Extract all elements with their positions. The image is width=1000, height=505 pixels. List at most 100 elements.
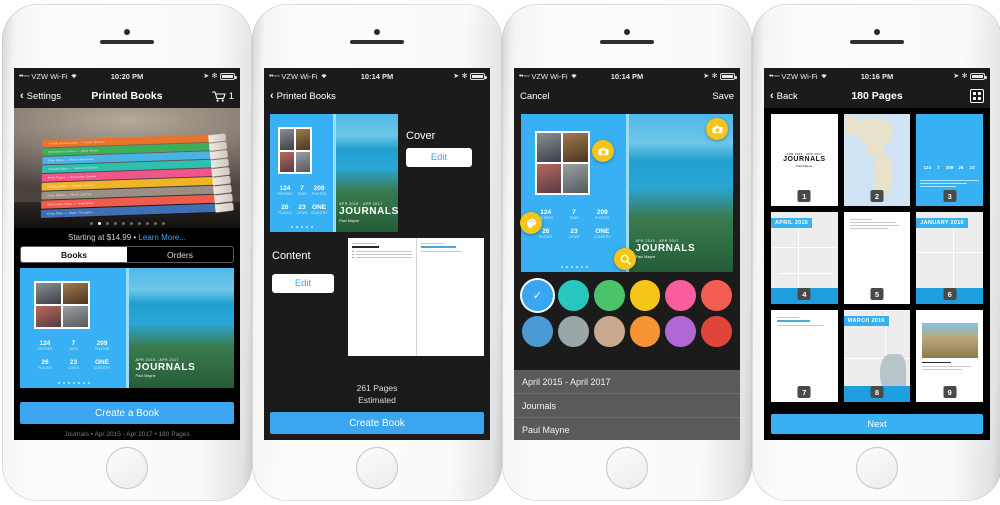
book-preview-card[interactable]: 124 ENTRIES 7 TAGS 209 PHOTOS 26 PLACES 23 CI…: [20, 268, 234, 388]
text-page: [771, 310, 838, 335]
cover-stats: 124 ENTRIES 7 TAGS 209 PHOTOS 26 PLACES 23 CITIE…: [277, 184, 328, 215]
photo-grid: [33, 281, 90, 330]
home-button[interactable]: [856, 447, 898, 489]
color-swatch[interactable]: [665, 315, 697, 347]
page-thumbnail[interactable]: APR 2015 - APR 2017 JOURNALS Paul Mayne …: [771, 114, 838, 206]
color-swatch[interactable]: [593, 315, 625, 347]
text-line: [849, 219, 872, 220]
page-thumbnail[interactable]: JANUARY 2016 6: [916, 212, 983, 304]
cover-thumbnail[interactable]: 124 ENTRIES 7 TAGS 209 PHOTOS 26 PLACES 23 CITIE…: [270, 114, 398, 232]
color-swatch[interactable]: [557, 280, 589, 311]
earpiece-speaker: [100, 40, 154, 44]
text-line: [849, 225, 899, 226]
cover-back-panel: 124 ENTRIES 7 TAGS 209 PHOTOS 26 PLACES 23 CI…: [20, 268, 127, 388]
price-text: Starting at $14.99 •: [68, 233, 137, 242]
color-badge[interactable]: [520, 212, 542, 234]
back-button-4[interactable]: ‹ Back: [770, 90, 798, 102]
edit-content-button[interactable]: Edit: [272, 274, 334, 293]
text-line: [921, 366, 971, 368]
cover-dot-row: [521, 266, 627, 268]
cover-back-panel: 124 ENTRIES 7 TAGS 209 PHOTOS 26 PLACES 23 CITIE…: [270, 114, 334, 232]
page-thumbnail[interactable]: 124 7 209 26 23 3: [916, 114, 983, 206]
stat-value: 7: [71, 340, 76, 347]
tab-books[interactable]: Books: [21, 247, 127, 262]
tab-orders[interactable]: Orders: [127, 247, 233, 262]
home-button[interactable]: [106, 447, 148, 489]
date-range-field[interactable]: April 2015 - April 2017: [514, 370, 740, 394]
cart-button[interactable]: 1: [211, 90, 234, 102]
earpiece-speaker: [600, 40, 654, 44]
page-thumbnail[interactable]: MARCH 2016 8: [843, 310, 911, 402]
pricing-line: Starting at $14.99 • Learn More...: [14, 228, 240, 246]
color-swatch[interactable]: [629, 315, 661, 347]
cover-author: Paul Mayne: [339, 218, 360, 223]
edit-cover-button[interactable]: Edit: [406, 148, 472, 167]
photo-grid[interactable]: [534, 131, 590, 195]
cover-dot-row: [270, 226, 334, 228]
page-thumbnail[interactable]: 7: [771, 310, 838, 402]
color-swatch[interactable]: [701, 280, 732, 311]
pages-count: 261 Pages: [356, 383, 398, 394]
stat-value: 209: [96, 340, 108, 347]
content-page-right: [415, 238, 485, 356]
wifi-icon: [70, 72, 78, 81]
color-swatch[interactable]: [522, 315, 553, 347]
bullet-line: [352, 250, 412, 253]
color-swatch[interactable]: [629, 280, 661, 311]
camera-badge-cover-photo[interactable]: [706, 118, 728, 140]
page-number: 7: [797, 386, 811, 398]
search-icon: [620, 254, 631, 265]
hero-carousel[interactable]: A Year of Adventure — Travel Journal Mom…: [14, 108, 240, 228]
next-button[interactable]: Next: [771, 414, 983, 434]
cover-spine: [125, 268, 129, 388]
create-a-book-button[interactable]: Create a Book: [20, 402, 234, 424]
phone-mockup-2: ••◦◦◦ VZW Wi-Fi 10:14 PM ➤ ✻ ‹ Printed B…: [252, 4, 502, 501]
cart-icon: [211, 90, 226, 102]
page-thumbnail[interactable]: APRIL 2015 4: [771, 212, 838, 304]
cover-front-panel: APR 2015 - APR 2017 JOURNALS Paul Mayne: [127, 268, 234, 388]
text-line: [352, 243, 376, 244]
page-thumbnail[interactable]: 5: [843, 212, 911, 304]
chevron-left-icon: ‹: [20, 89, 24, 102]
cover-spine: [332, 114, 336, 232]
photo-grid: [278, 126, 312, 175]
back-button-1[interactable]: ‹ Settings: [20, 89, 61, 102]
nav-bar-1: ‹ Settings Printed Books 1: [14, 84, 240, 108]
title-field[interactable]: Journals: [514, 394, 740, 418]
cover-author: Paul Mayne: [635, 255, 656, 260]
color-swatch-selected[interactable]: ✓: [522, 280, 553, 311]
page-number: 3: [943, 190, 957, 202]
battery-icon: [220, 72, 237, 80]
color-swatch[interactable]: [557, 315, 589, 347]
save-button[interactable]: Save: [712, 91, 734, 102]
book-meta-line: Journals • Apr 2015 - Apr 2017 • 180 Pag…: [64, 431, 190, 438]
back-button-2[interactable]: ‹ Printed Books: [270, 90, 336, 102]
cancel-button[interactable]: Cancel: [520, 91, 550, 102]
create-book-button[interactable]: Create Book: [270, 412, 484, 434]
color-swatch[interactable]: [593, 280, 625, 311]
page-thumbnail[interactable]: 2: [843, 114, 911, 206]
bullet-line: [352, 253, 412, 256]
author-field[interactable]: Paul Mayne: [514, 418, 740, 440]
learn-more-link[interactable]: Learn More...: [138, 233, 186, 242]
grid-view-button[interactable]: [970, 89, 984, 103]
stat-value: 124: [39, 340, 51, 347]
carousel-page-dots[interactable]: [14, 222, 240, 225]
color-swatch-grid[interactable]: ✓: [522, 280, 732, 347]
home-button[interactable]: [356, 447, 398, 489]
page-thumbnail[interactable]: 9: [916, 310, 983, 402]
camera-badge-photo-grid[interactable]: [592, 140, 614, 162]
screenshot-stage: ••◦◦◦ VZW Wi-Fi 10:20 PM ➤ ✻ ‹ Settings: [0, 0, 1000, 505]
page-number: 5: [870, 288, 884, 300]
segmented-control[interactable]: Books Orders: [20, 246, 234, 263]
color-swatch[interactable]: [665, 280, 697, 311]
page-number: 1: [797, 190, 811, 202]
content-preview[interactable]: [348, 238, 484, 356]
page-number: 4: [797, 288, 811, 300]
front-camera-icon: [374, 29, 380, 35]
cover-spread: 124 ENTRIES 7 TAGS 209 PHOTOS 26 PLACES 23 CI…: [20, 268, 234, 388]
entry-text: [921, 361, 978, 373]
home-button[interactable]: [606, 447, 648, 489]
search-badge[interactable]: [614, 248, 636, 270]
color-swatch[interactable]: [701, 315, 732, 347]
